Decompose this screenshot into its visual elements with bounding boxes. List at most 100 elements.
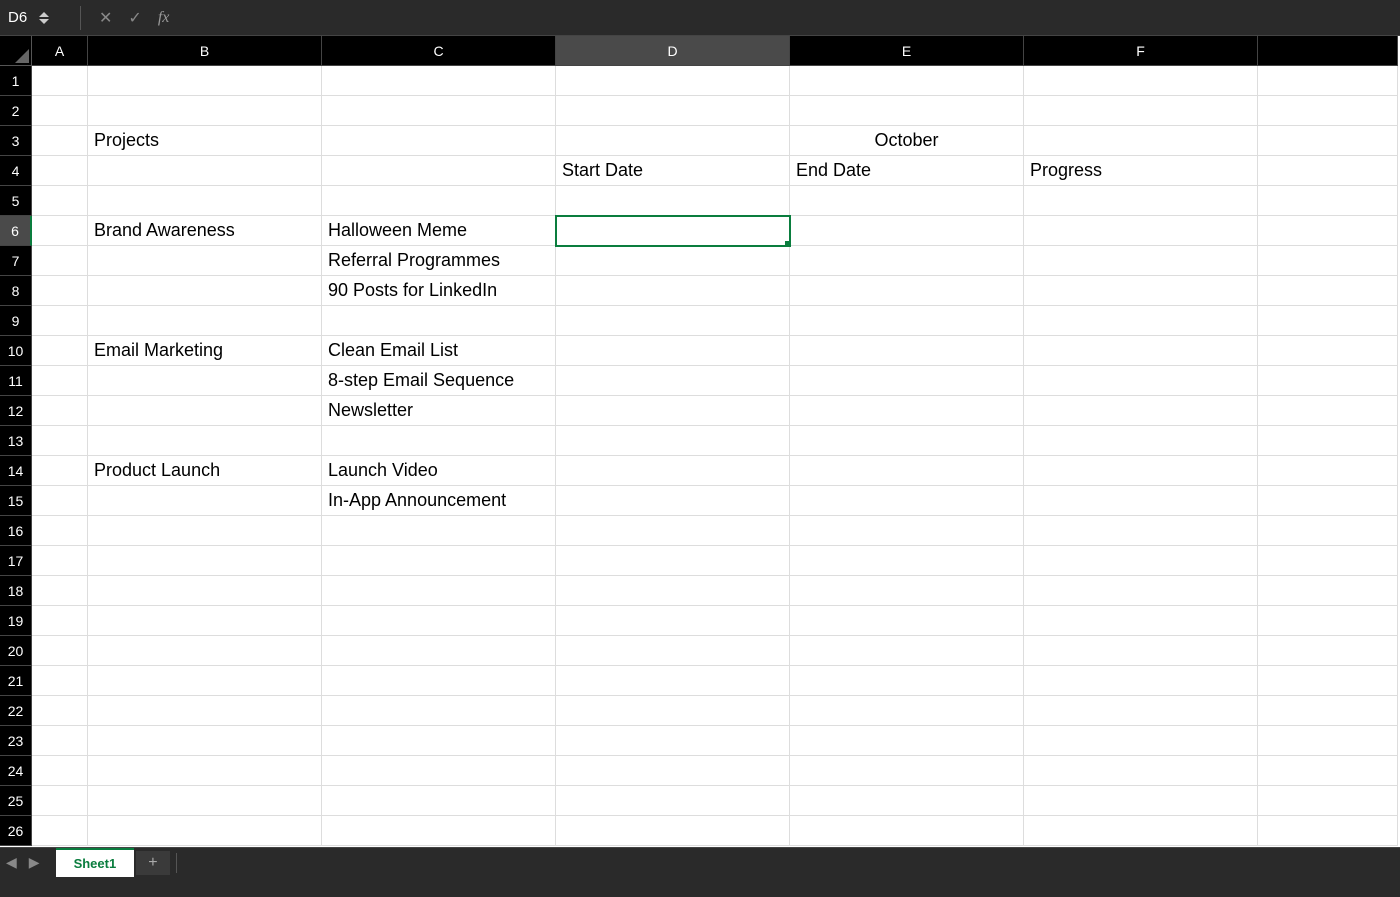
cell-B11[interactable] xyxy=(88,366,322,396)
cell-B22[interactable] xyxy=(88,696,322,726)
column-header-E[interactable]: E xyxy=(790,36,1024,66)
cell-B9[interactable] xyxy=(88,306,322,336)
cell-A1[interactable] xyxy=(32,66,88,96)
cell-E13[interactable] xyxy=(790,426,1024,456)
cell-D21[interactable] xyxy=(556,666,790,696)
cell-A21[interactable] xyxy=(32,666,88,696)
spinner-down-icon[interactable] xyxy=(39,19,49,24)
column-header-partial[interactable] xyxy=(1258,36,1398,66)
cell-B16[interactable] xyxy=(88,516,322,546)
cell-A2[interactable] xyxy=(32,96,88,126)
cell-F22[interactable] xyxy=(1024,696,1258,726)
cell-D8[interactable] xyxy=(556,276,790,306)
row-header-17[interactable]: 17 xyxy=(0,546,32,576)
cell-D19[interactable] xyxy=(556,606,790,636)
cell-A23[interactable] xyxy=(32,726,88,756)
column-header-B[interactable]: B xyxy=(88,36,322,66)
cell-D25[interactable] xyxy=(556,786,790,816)
cell-E20[interactable] xyxy=(790,636,1024,666)
cell-partial-5[interactable] xyxy=(1258,186,1398,216)
cell-C14[interactable]: Launch Video xyxy=(322,456,556,486)
cell-C17[interactable] xyxy=(322,546,556,576)
cell-F15[interactable] xyxy=(1024,486,1258,516)
cell-partial-21[interactable] xyxy=(1258,666,1398,696)
cell-B5[interactable] xyxy=(88,186,322,216)
cell-partial-17[interactable] xyxy=(1258,546,1398,576)
cell-B10[interactable]: Email Marketing xyxy=(88,336,322,366)
cell-F23[interactable] xyxy=(1024,726,1258,756)
cell-partial-24[interactable] xyxy=(1258,756,1398,786)
cell-F12[interactable] xyxy=(1024,396,1258,426)
cell-B18[interactable] xyxy=(88,576,322,606)
cell-E8[interactable] xyxy=(790,276,1024,306)
cell-C1[interactable] xyxy=(322,66,556,96)
cell-partial-12[interactable] xyxy=(1258,396,1398,426)
cell-E26[interactable] xyxy=(790,816,1024,846)
cell-F6[interactable] xyxy=(1024,216,1258,246)
cell-E17[interactable] xyxy=(790,546,1024,576)
cell-partial-4[interactable] xyxy=(1258,156,1398,186)
cell-C23[interactable] xyxy=(322,726,556,756)
cell-partial-10[interactable] xyxy=(1258,336,1398,366)
cell-partial-14[interactable] xyxy=(1258,456,1398,486)
cell-A19[interactable] xyxy=(32,606,88,636)
row-header-3[interactable]: 3 xyxy=(0,126,32,156)
cell-partial-7[interactable] xyxy=(1258,246,1398,276)
cell-E2[interactable] xyxy=(790,96,1024,126)
cell-C10[interactable]: Clean Email List xyxy=(322,336,556,366)
cell-B8[interactable] xyxy=(88,276,322,306)
row-header-19[interactable]: 19 xyxy=(0,606,32,636)
cell-E3[interactable]: October xyxy=(790,126,1024,156)
cell-C20[interactable] xyxy=(322,636,556,666)
cell-C8[interactable]: 90 Posts for LinkedIn xyxy=(322,276,556,306)
cell-E22[interactable] xyxy=(790,696,1024,726)
cell-partial-15[interactable] xyxy=(1258,486,1398,516)
cell-D1[interactable] xyxy=(556,66,790,96)
select-all-corner[interactable] xyxy=(0,36,32,66)
cell-A16[interactable] xyxy=(32,516,88,546)
row-header-11[interactable]: 11 xyxy=(0,366,32,396)
cell-F21[interactable] xyxy=(1024,666,1258,696)
cell-C21[interactable] xyxy=(322,666,556,696)
sheet-tab-active[interactable]: Sheet1 xyxy=(56,848,135,877)
cell-E11[interactable] xyxy=(790,366,1024,396)
cell-D17[interactable] xyxy=(556,546,790,576)
cell-F26[interactable] xyxy=(1024,816,1258,846)
cell-F1[interactable] xyxy=(1024,66,1258,96)
cell-A17[interactable] xyxy=(32,546,88,576)
cell-D23[interactable] xyxy=(556,726,790,756)
cell-D22[interactable] xyxy=(556,696,790,726)
cell-B21[interactable] xyxy=(88,666,322,696)
cell-B20[interactable] xyxy=(88,636,322,666)
cell-C5[interactable] xyxy=(322,186,556,216)
cell-C24[interactable] xyxy=(322,756,556,786)
cell-E24[interactable] xyxy=(790,756,1024,786)
cell-D2[interactable] xyxy=(556,96,790,126)
name-box[interactable]: D6 xyxy=(0,9,70,26)
cell-C22[interactable] xyxy=(322,696,556,726)
cell-B2[interactable] xyxy=(88,96,322,126)
row-header-20[interactable]: 20 xyxy=(0,636,32,666)
cell-A20[interactable] xyxy=(32,636,88,666)
cell-partial-25[interactable] xyxy=(1258,786,1398,816)
cell-partial-6[interactable] xyxy=(1258,216,1398,246)
cell-A5[interactable] xyxy=(32,186,88,216)
cell-partial-19[interactable] xyxy=(1258,606,1398,636)
column-header-A[interactable]: A xyxy=(32,36,88,66)
row-header-18[interactable]: 18 xyxy=(0,576,32,606)
formula-input[interactable] xyxy=(177,0,1400,35)
row-header-8[interactable]: 8 xyxy=(0,276,32,306)
row-header-16[interactable]: 16 xyxy=(0,516,32,546)
cell-D13[interactable] xyxy=(556,426,790,456)
cell-D4[interactable]: Start Date xyxy=(556,156,790,186)
cell-A13[interactable] xyxy=(32,426,88,456)
row-header-26[interactable]: 26 xyxy=(0,816,32,846)
cell-F2[interactable] xyxy=(1024,96,1258,126)
cell-B14[interactable]: Product Launch xyxy=(88,456,322,486)
cell-B13[interactable] xyxy=(88,426,322,456)
cell-F3[interactable] xyxy=(1024,126,1258,156)
column-header-C[interactable]: C xyxy=(322,36,556,66)
cell-partial-1[interactable] xyxy=(1258,66,1398,96)
cell-C6[interactable]: Halloween Meme xyxy=(322,216,556,246)
cell-B19[interactable] xyxy=(88,606,322,636)
